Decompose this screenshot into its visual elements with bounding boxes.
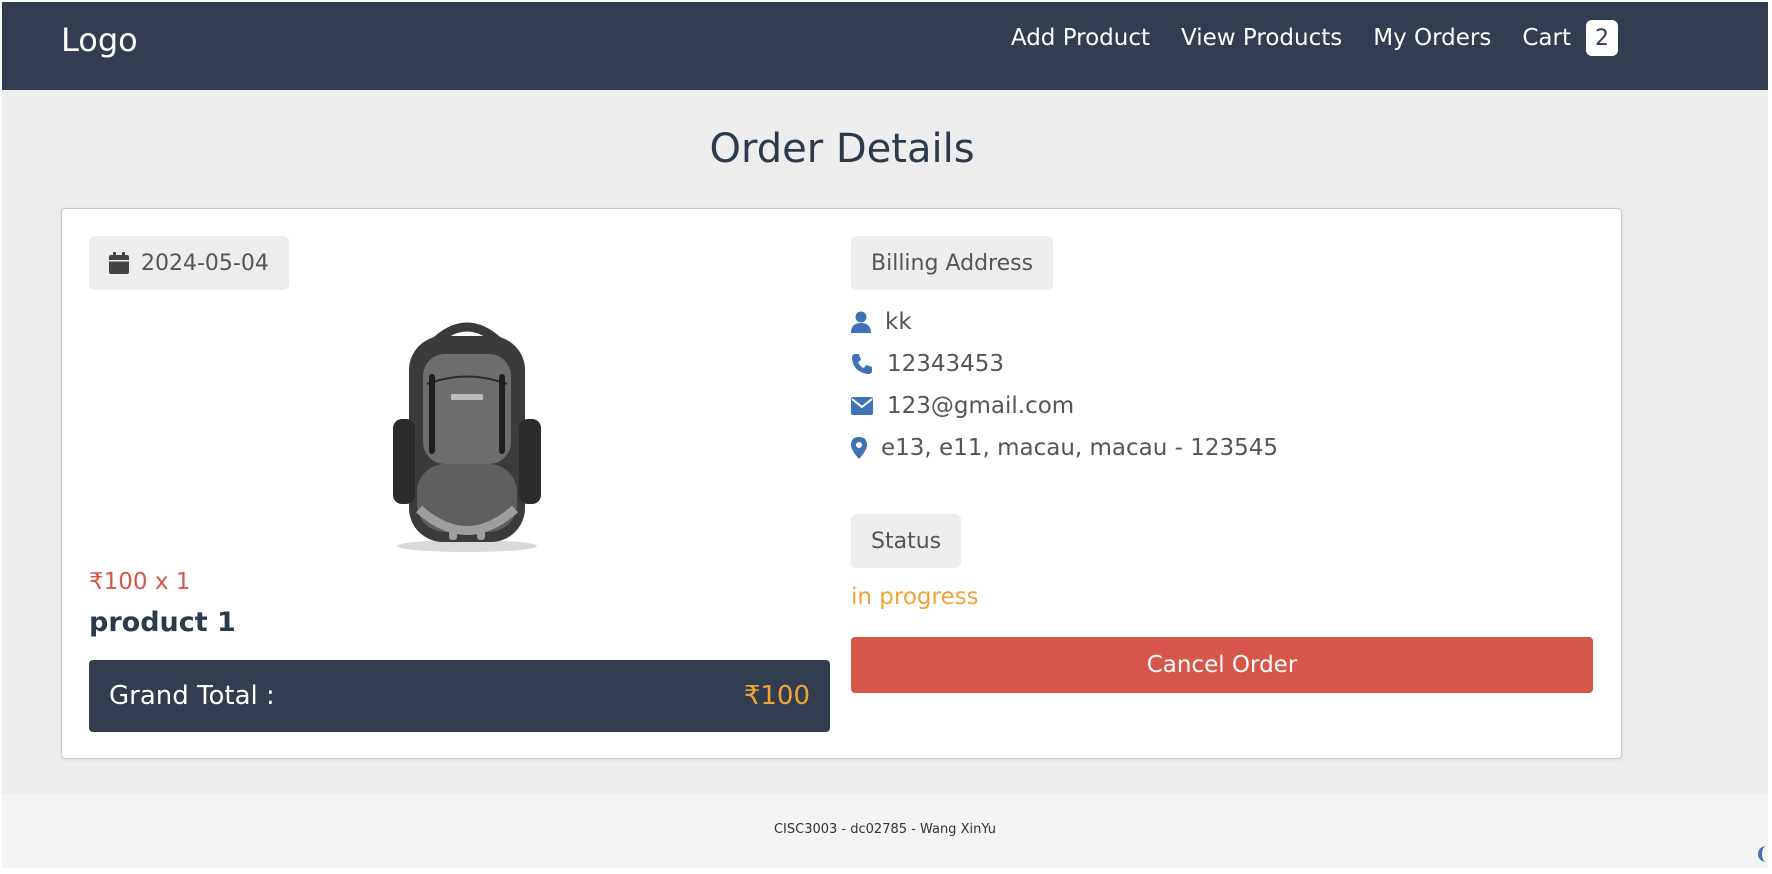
logo[interactable]: Logo xyxy=(61,21,138,59)
grand-total-amount: ₹100 xyxy=(743,681,810,711)
user-icon xyxy=(851,311,871,333)
cancel-order-button[interactable]: Cancel Order xyxy=(851,637,1593,693)
map-marker-icon xyxy=(851,437,867,459)
cart-count-badge: 2 xyxy=(1586,20,1618,56)
billing-address-heading: Billing Address xyxy=(851,236,1054,290)
billing-phone-row: 12343453 xyxy=(851,351,1004,377)
grand-total-bar: Grand Total : ₹100 xyxy=(89,660,830,732)
billing-address: e13, e11, macau, macau - 123545 xyxy=(881,435,1279,461)
footer: CISC3003 - dc02785 - Wang XinYu xyxy=(2,794,1768,868)
app-frame: Logo Add Product View Products My Orders… xyxy=(2,2,1768,868)
phone-icon xyxy=(852,354,872,374)
product-image xyxy=(393,322,541,552)
top-navbar: Logo Add Product View Products My Orders… xyxy=(2,2,1768,90)
order-status: in progress xyxy=(851,584,979,610)
order-date: 2024-05-04 xyxy=(141,250,269,276)
billing-phone: 12343453 xyxy=(887,351,1005,377)
calendar-icon xyxy=(109,252,129,274)
envelope-icon xyxy=(851,397,873,415)
nav-cart-label[interactable]: Cart xyxy=(1522,25,1571,51)
billing-name-row: kk xyxy=(851,309,912,335)
status-heading: Status xyxy=(851,514,962,568)
scroll-corner-indicator xyxy=(1758,846,1768,862)
nav-my-orders[interactable]: My Orders xyxy=(1373,25,1491,51)
footer-text: CISC3003 - dc02785 - Wang XinYu xyxy=(773,822,997,837)
grand-total-label: Grand Total : xyxy=(109,681,275,711)
billing-email-row: 123@gmail.com xyxy=(851,393,1074,419)
billing-address-row: e13, e11, macau, macau - 123545 xyxy=(851,435,1278,461)
main-nav: Add Product View Products My Orders Cart… xyxy=(1011,20,1618,56)
nav-view-products[interactable]: View Products xyxy=(1181,25,1342,51)
product-price-quantity: ₹100 x 1 xyxy=(89,569,191,595)
nav-cart[interactable]: Cart 2 xyxy=(1522,20,1618,56)
billing-name: kk xyxy=(885,309,912,335)
nav-add-product[interactable]: Add Product xyxy=(1011,25,1150,51)
billing-email: 123@gmail.com xyxy=(887,393,1075,419)
page-title: Order Details xyxy=(709,126,975,172)
order-card: 2024-05-04 ₹100 x 1 product 1 Grand Tota… xyxy=(61,208,1622,759)
product-name: product 1 xyxy=(89,607,236,638)
order-date-pill: 2024-05-04 xyxy=(89,236,289,290)
